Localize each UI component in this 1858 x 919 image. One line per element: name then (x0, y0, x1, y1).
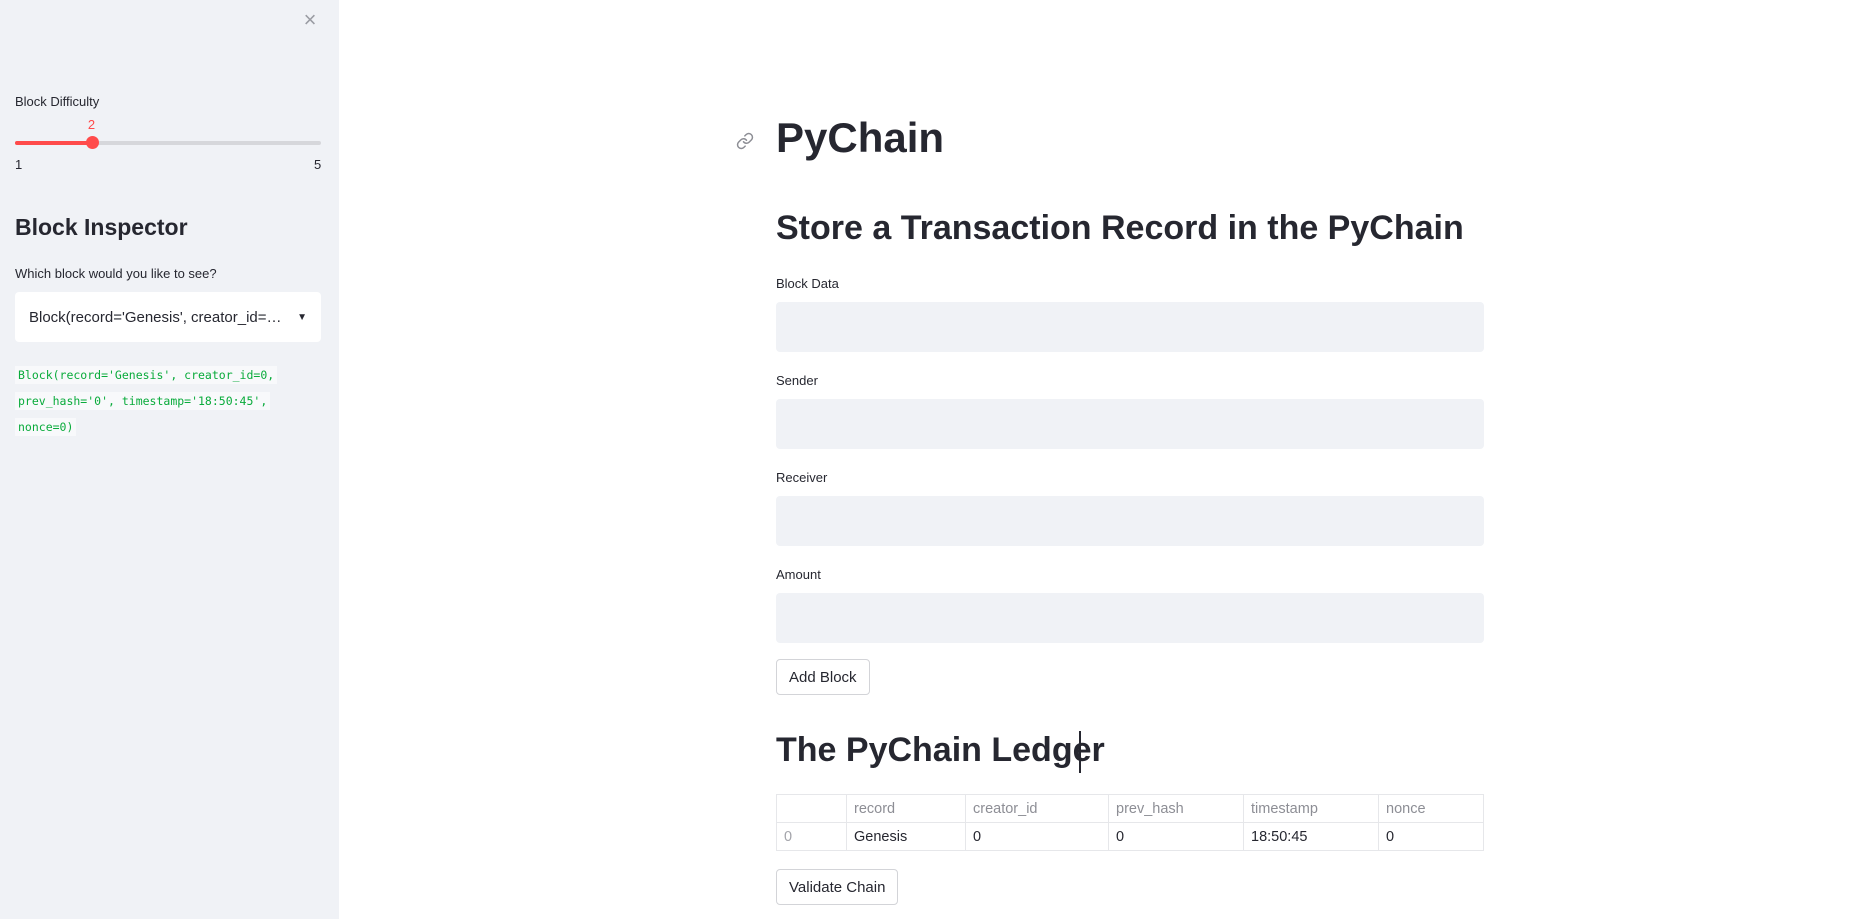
block-data-label: Block Data (776, 276, 839, 291)
ledger-table: record creator_id prev_hash timestamp no… (776, 794, 1484, 851)
cell-record[interactable]: Genesis (846, 822, 966, 851)
code-line: Block(record='Genesis', creator_id=0, (15, 366, 278, 384)
cell-nonce[interactable]: 0 (1378, 822, 1484, 851)
sender-label: Sender (776, 373, 818, 388)
slider-max-label: 5 (314, 157, 322, 172)
block-inspector-heading: Block Inspector (15, 214, 188, 240)
slider-value: 2 (87, 117, 96, 132)
code-line: nonce=0) (15, 418, 77, 436)
sender-input[interactable] (776, 399, 1484, 449)
column-header-timestamp[interactable]: timestamp (1243, 794, 1379, 823)
link-icon[interactable] (736, 132, 754, 150)
text-cursor (1079, 731, 1081, 773)
block-difficulty-label: Block Difficulty (15, 94, 100, 109)
receiver-input[interactable] (776, 496, 1484, 546)
slider-thumb[interactable] (85, 136, 99, 149)
table-row: 0 Genesis 0 0 18:50:45 0 (776, 822, 1484, 851)
ledger-heading: The PyChain Ledger (776, 731, 1105, 769)
add-block-button[interactable]: Add Block (776, 659, 870, 695)
block-data-input[interactable] (776, 302, 1484, 352)
block-select-label: Which block would you like to see? (15, 266, 217, 281)
cell-creator-id[interactable]: 0 (965, 822, 1109, 851)
column-header-prev-hash[interactable]: prev_hash (1108, 794, 1244, 823)
block-select[interactable]: Block(record='Genesis', creator_id=0, pr… (15, 292, 321, 342)
column-header-creator-id[interactable]: creator_id (965, 794, 1109, 823)
slider-fill (15, 141, 92, 145)
column-header-index[interactable] (776, 794, 847, 823)
validate-chain-button[interactable]: Validate Chain (776, 869, 899, 905)
cell-timestamp[interactable]: 18:50:45 (1243, 822, 1379, 851)
amount-input[interactable] (776, 593, 1484, 643)
column-header-record[interactable]: record (846, 794, 966, 823)
block-select-value: Block(record='Genesis', creator_id=0, pr… (29, 308, 284, 326)
block-code-output: Block(record='Genesis', creator_id=0, pr… (15, 362, 315, 440)
receiver-label: Receiver (776, 470, 828, 485)
store-transaction-heading: Store a Transaction Record in the PyChai… (776, 209, 1464, 247)
page-title: PyChain (776, 114, 945, 161)
block-difficulty-slider[interactable]: 2 (15, 117, 321, 149)
slider-min-label: 1 (15, 157, 23, 172)
cell-prev-hash[interactable]: 0 (1108, 822, 1244, 851)
close-icon[interactable]: × (299, 9, 321, 31)
sidebar: × Block Difficulty 2 1 5 Block Inspector… (0, 0, 339, 919)
amount-label: Amount (776, 567, 821, 582)
code-line: prev_hash='0', timestamp='18:50:45', (15, 392, 271, 410)
table-header-row: record creator_id prev_hash timestamp no… (776, 794, 1484, 823)
chevron-down-icon[interactable]: ▼ (297, 312, 307, 323)
column-header-nonce[interactable]: nonce (1378, 794, 1484, 823)
row-index: 0 (776, 822, 847, 851)
